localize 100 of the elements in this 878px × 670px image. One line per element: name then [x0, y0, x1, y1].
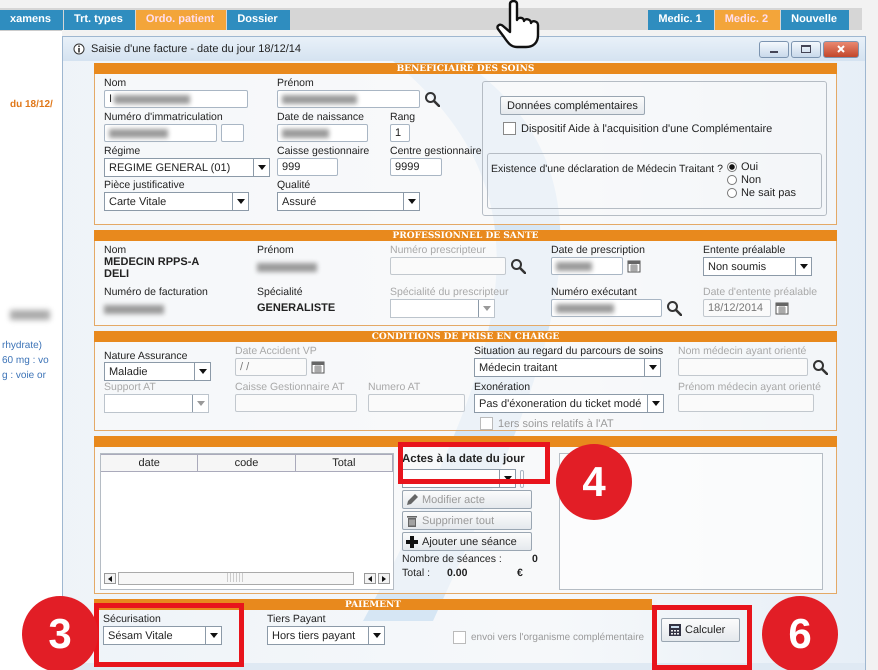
tab[interactable]: Trt. types — [64, 10, 136, 30]
info-icon — [73, 43, 85, 55]
currency-text: € — [517, 567, 523, 579]
field-label: Numero AT — [368, 381, 422, 394]
radio-button[interactable] — [726, 188, 737, 198]
tab[interactable]: Medic. 1 — [648, 10, 715, 30]
caret-icon — [372, 633, 380, 638]
calculate-button[interactable]: Calculer — [661, 618, 740, 642]
total-value: 0.00 — [447, 567, 468, 579]
input-field[interactable] — [221, 124, 244, 142]
radio-label: Non — [740, 174, 762, 186]
field-label: Entente préalable — [703, 244, 786, 257]
input-field[interactable] — [277, 124, 368, 142]
field-label: Numéro d'immatriculation — [104, 111, 224, 124]
field-label: Rang — [390, 111, 416, 124]
question-text: Existence d'une déclaration de Médecin Traitant ? — [491, 163, 723, 175]
column-header: code — [198, 454, 296, 472]
caret-icon — [408, 199, 416, 204]
field-label: Prénom — [277, 77, 315, 90]
dropdown[interactable]: Hors tiers payant — [267, 626, 385, 645]
field-label: Numéro de facturation — [104, 286, 209, 299]
tab[interactable]: xamens — [0, 10, 64, 30]
field-label: Nom médecin ayant orienté — [678, 345, 808, 358]
field-label: Date de prescription — [551, 244, 646, 257]
field-label: Numéro exécutant — [551, 286, 638, 299]
window-title: Saisie d'une facture - date du jour 18/12/14 — [91, 43, 302, 55]
scrollbar[interactable] — [104, 572, 390, 585]
field-label: Sécurisation — [103, 613, 162, 626]
caret-icon — [504, 476, 512, 481]
scroll-right-icon[interactable] — [378, 573, 390, 584]
total-label: Total : — [402, 567, 432, 579]
radio-button[interactable] — [726, 162, 737, 172]
caret-icon — [648, 365, 656, 370]
checkbox-label: Dispositif Aide à l'acquisition d'une Complémentaire — [521, 122, 772, 134]
field-label: Pièce justificative — [104, 179, 186, 192]
scroll-left-icon[interactable] — [364, 573, 376, 584]
field-label: Tiers Payant — [267, 613, 327, 626]
dropdown[interactable]: REGIME GENERAL (01) — [104, 158, 270, 177]
checkbox-label: 1ers soins relatifs à l'AT — [498, 418, 614, 430]
checkbox-label: envoi vers l'organisme complémentaire — [471, 632, 644, 643]
field-label: Nom — [104, 77, 128, 90]
button[interactable]: Données complémentaires — [500, 96, 645, 115]
caret-icon — [800, 264, 808, 269]
input-field[interactable]: 1 — [390, 124, 410, 142]
pencil-icon — [405, 492, 419, 506]
checkbox[interactable] — [503, 122, 516, 135]
input-field[interactable]: 999 — [277, 158, 338, 176]
count-value: 0 — [532, 553, 538, 565]
field-label: Spécialité du prescripteur — [390, 286, 510, 299]
field-label: Prénom médecin ayant orienté — [678, 381, 822, 394]
input-field[interactable] — [277, 90, 420, 108]
tab[interactable]: Dossier — [227, 10, 291, 30]
close-button[interactable] — [823, 40, 859, 58]
tab[interactable]: Nouvelle — [781, 10, 850, 30]
caret-icon — [258, 165, 266, 170]
blurred-text — [556, 304, 614, 312]
side-text: 60 mg : vo — [2, 355, 50, 366]
calculator-icon — [668, 623, 682, 637]
field-label: Date de naissance — [277, 111, 365, 124]
value-text: MEDECIN RPPS-A — [104, 256, 200, 268]
field-label: Support AT — [104, 381, 157, 394]
scroll-left-icon[interactable] — [104, 573, 116, 584]
dropdown[interactable]: Sésam Vitale — [103, 626, 222, 645]
button[interactable]: Ajouter une séance — [402, 532, 532, 551]
maximize-button[interactable] — [791, 40, 821, 58]
field-label: Nature Assurance — [104, 350, 188, 362]
field-label: Nom — [104, 244, 128, 257]
section-title: PAIEMENT — [345, 600, 401, 610]
field-label: Qualité — [277, 179, 312, 192]
input-field[interactable] — [520, 470, 524, 488]
field-label: Spécialité — [257, 286, 304, 299]
field-label: Prénom — [257, 244, 295, 257]
side-text: g : voie or — [2, 370, 47, 381]
dropdown[interactable]: Médecin traitant — [474, 358, 661, 377]
field-label: Régime — [104, 145, 142, 158]
input-field[interactable]: 9999 — [390, 158, 442, 176]
dropdown[interactable]: Carte Vitale — [104, 192, 249, 211]
close-icon — [837, 45, 845, 53]
value-text: GENERALISTE — [257, 302, 336, 314]
dropdown[interactable]: Maladie — [104, 362, 211, 381]
side-text: du 18/12/ — [10, 99, 54, 110]
input-field[interactable]: I — [104, 90, 248, 108]
radio-button[interactable] — [726, 174, 737, 184]
plus-icon — [405, 534, 419, 548]
caret-icon — [652, 401, 660, 406]
minimize-button[interactable] — [759, 40, 789, 58]
field-label: Actes à la date du jour — [402, 453, 526, 465]
input-field[interactable] — [551, 299, 662, 317]
dropdown[interactable]: Non soumis — [703, 257, 812, 276]
input-field[interactable] — [104, 124, 217, 142]
dropdown[interactable]: Assuré — [277, 192, 420, 211]
scroll-thumb[interactable] — [227, 573, 245, 582]
dropdown[interactable]: Pas d'éxoneration du ticket modé — [474, 394, 664, 413]
caret-icon — [210, 633, 218, 638]
input-field[interactable] — [551, 257, 623, 275]
field-label: Numéro prescripteur — [390, 244, 487, 257]
caret-icon — [196, 401, 204, 406]
field-label: Date Accident VP — [235, 345, 318, 358]
radio-label: Oui — [740, 160, 758, 172]
field-label: Situation au regard du parcours de soins — [474, 345, 664, 358]
